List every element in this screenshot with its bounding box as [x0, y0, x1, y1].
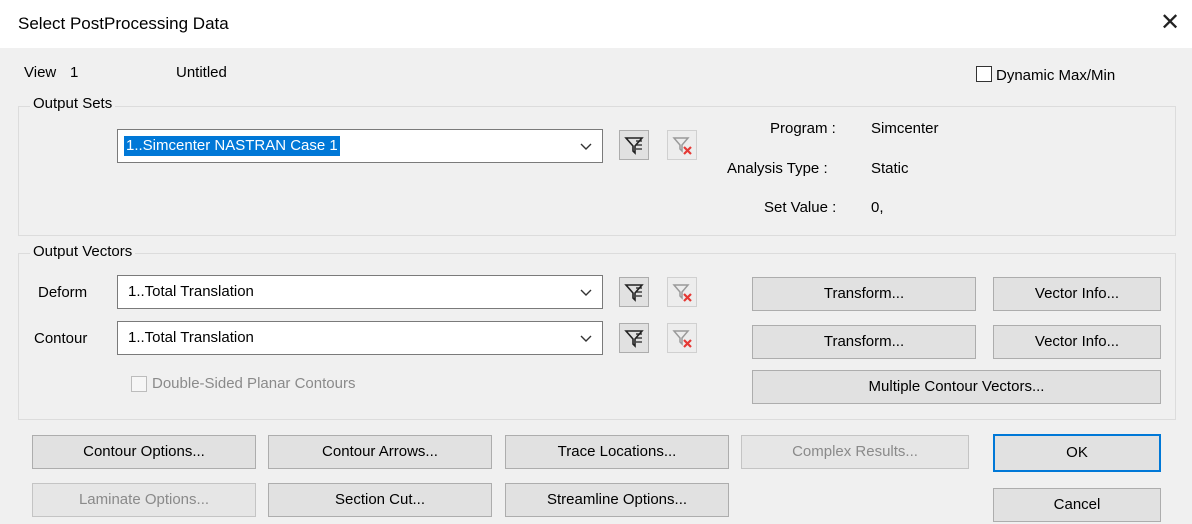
- program-value: Simcenter: [871, 120, 939, 137]
- contour-arrows-button[interactable]: Contour Arrows...: [268, 435, 492, 469]
- contour-vector-value: 1..Total Translation: [128, 329, 254, 346]
- output-set-value: 1..Simcenter NASTRAN Case 1: [124, 136, 340, 156]
- output-sets-group: [18, 106, 1176, 236]
- deform-label: Deform: [38, 284, 88, 301]
- filter-icon: [624, 284, 644, 302]
- analysis-type-value: Static: [871, 160, 909, 177]
- contour-label: Contour: [34, 330, 88, 347]
- contour-vector-info-button[interactable]: Vector Info...: [993, 325, 1161, 359]
- cancel-button[interactable]: Cancel: [993, 488, 1161, 522]
- filter-button[interactable]: [619, 130, 649, 160]
- multiple-contour-vectors-button[interactable]: Multiple Contour Vectors...: [752, 370, 1161, 404]
- deform-vector-info-button[interactable]: Vector Info...: [993, 277, 1161, 311]
- clear-filter-button[interactable]: [667, 130, 697, 160]
- laminate-options-button[interactable]: Laminate Options...: [32, 483, 256, 517]
- set-value-label: Set Value :: [764, 199, 837, 216]
- streamline-options-button[interactable]: Streamline Options...: [505, 483, 729, 517]
- contour-transform-button[interactable]: Transform...: [752, 325, 976, 359]
- title-bar: Select PostProcessing Data ✕: [0, 0, 1192, 48]
- double-sided-label: Double-Sided Planar Contours: [152, 375, 356, 392]
- filter-icon: [624, 137, 644, 155]
- set-value-value: 0,: [871, 199, 884, 216]
- filter-icon: [624, 330, 644, 348]
- output-set-select[interactable]: 1..Simcenter NASTRAN Case 1: [117, 129, 603, 163]
- analysis-type-label: Analysis Type :: [727, 160, 828, 177]
- program-label: Program :: [770, 120, 836, 137]
- dialog-body: View 1 Untitled Dynamic Max/Min Output S…: [0, 48, 1192, 524]
- close-icon[interactable]: ✕: [1158, 10, 1182, 36]
- chevron-down-icon: [580, 289, 592, 296]
- chevron-down-icon: [580, 335, 592, 342]
- ok-button[interactable]: OK: [993, 434, 1161, 472]
- dialog-title: Select PostProcessing Data: [18, 14, 229, 33]
- contour-vector-select[interactable]: 1..Total Translation: [117, 321, 603, 355]
- clear-filter-icon: [672, 284, 692, 302]
- dynamic-maxmin-checkbox[interactable]: [976, 66, 992, 82]
- dynamic-maxmin-label: Dynamic Max/Min: [996, 67, 1116, 84]
- double-sided-checkbox[interactable]: [131, 376, 147, 392]
- complex-results-button[interactable]: Complex Results...: [741, 435, 969, 469]
- deform-vector-value: 1..Total Translation: [128, 283, 254, 300]
- trace-locations-button[interactable]: Trace Locations...: [505, 435, 729, 469]
- deform-filter-button[interactable]: [619, 277, 649, 307]
- deform-clear-filter-button[interactable]: [667, 277, 697, 307]
- deform-vector-select[interactable]: 1..Total Translation: [117, 275, 603, 309]
- deform-transform-button[interactable]: Transform...: [752, 277, 976, 311]
- output-vectors-group-label: Output Vectors: [30, 243, 136, 260]
- section-cut-button[interactable]: Section Cut...: [268, 483, 492, 517]
- output-sets-group-label: Output Sets: [30, 95, 116, 112]
- contour-filter-button[interactable]: [619, 323, 649, 353]
- select-postprocessing-dialog: Select PostProcessing Data ✕ View 1 Unti…: [0, 0, 1192, 524]
- view-name: Untitled: [176, 64, 227, 81]
- clear-filter-icon: [672, 330, 692, 348]
- contour-clear-filter-button[interactable]: [667, 323, 697, 353]
- contour-options-button[interactable]: Contour Options...: [32, 435, 256, 469]
- chevron-down-icon: [580, 143, 592, 150]
- clear-filter-icon: [672, 137, 692, 155]
- view-number: 1: [70, 64, 79, 81]
- view-label: View: [24, 64, 57, 81]
